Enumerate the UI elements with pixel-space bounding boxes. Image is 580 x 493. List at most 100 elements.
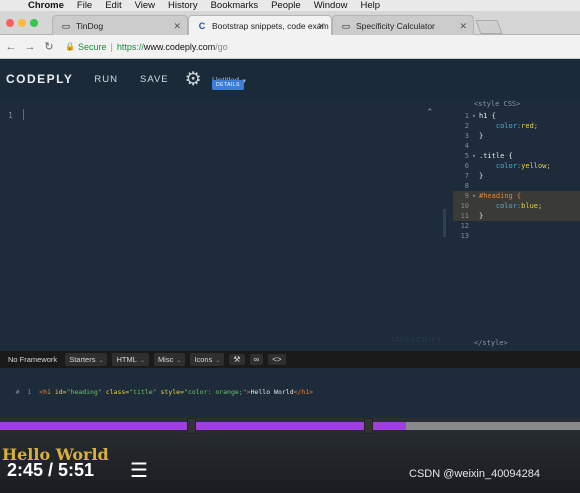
menu-people[interactable]: People (271, 0, 301, 11)
menu-chrome[interactable]: Chrome (28, 0, 64, 11)
watermark: CSDN @weixin_40094284 (409, 468, 541, 480)
menu-file[interactable]: File (77, 0, 92, 11)
maximize-window-icon[interactable] (30, 19, 38, 27)
video-player-controls: Hello World 2:45 / 5:51 ☰ CSDN @weixin_4… (0, 418, 580, 493)
css-line: 2 color:red; (453, 121, 580, 131)
tab-codeply[interactable]: C Bootstrap snippets, code exam ✕ (188, 15, 332, 35)
fold-icon[interactable]: ▾ (469, 191, 479, 201)
close-tab-icon[interactable]: ✕ (173, 21, 181, 32)
infinity-link-icon[interactable]: ∞ (249, 354, 264, 365)
css-close-tag: </style> (474, 339, 508, 347)
menu-edit[interactable]: Edit (105, 0, 121, 11)
css-line-number: 7 (464, 172, 469, 180)
close-window-icon[interactable] (6, 19, 14, 27)
lock-icon: 🔒 (65, 42, 75, 51)
css-line-number: 2 (464, 122, 469, 130)
css-property: color: (495, 122, 522, 130)
html-editor[interactable]: # 1 <h1 id="heading" class="title" style… (0, 368, 580, 418)
codeply-logo[interactable]: CODEPLY (6, 72, 73, 86)
css-line-number: 9 (464, 192, 469, 200)
html-val-style: "color: orange;" (184, 388, 247, 396)
tab-tindog[interactable]: ▭ TinDog ✕ (52, 15, 188, 35)
css-selector: } (479, 172, 484, 180)
css-selector: #heading { (479, 192, 522, 200)
minimize-window-icon[interactable] (18, 19, 26, 27)
css-line-number: 4 (464, 142, 469, 150)
close-tab-icon[interactable]: ✕ (459, 21, 467, 32)
css-line: 1 ▾ h1 { (453, 111, 580, 121)
back-icon[interactable]: ← (3, 41, 19, 53)
codeply-icon: C (198, 20, 206, 31)
css-value: blue; (521, 202, 543, 210)
tab-specificity[interactable]: ▭ Specificity Calculator ✕ (332, 15, 474, 35)
html-attr-id: id= (50, 388, 67, 396)
css-line-number: 13 (460, 232, 469, 240)
gear-icon[interactable]: ⚙ (185, 70, 202, 89)
misc-dropdown[interactable]: Misc ⌄ (153, 353, 186, 366)
starters-dropdown[interactable]: Starters ⌄ (65, 353, 108, 366)
html-space (31, 388, 39, 396)
playlist-edit-icon[interactable]: ☰ (130, 458, 148, 483)
chevron-down-icon: ⌄ (176, 358, 182, 364)
starters-label: Starters (69, 355, 96, 364)
html-text: Hello World (250, 388, 294, 396)
url-separator: | (110, 41, 113, 52)
chapter-marker[interactable] (364, 418, 374, 434)
progress-fill (0, 422, 406, 430)
icons-label: Icons (194, 355, 213, 364)
reload-icon[interactable]: ↻ (41, 40, 57, 53)
fold-icon[interactable]: ▾ (469, 151, 479, 161)
html-attr-style: style= (156, 388, 185, 396)
framework-selector[interactable]: No Framework (8, 355, 57, 364)
css-line-number: 8 (464, 182, 469, 190)
css-line: 5 ▾ .title { (453, 151, 580, 161)
css-indent (479, 202, 496, 210)
css-line: 9 ▾ #heading { (453, 191, 580, 201)
css-open-tag: <style CSS> (474, 100, 521, 108)
html-open-tag: <h1 (39, 388, 51, 396)
save-button[interactable]: SAVE (140, 74, 169, 85)
close-tab-icon[interactable]: ✕ (317, 21, 325, 32)
menu-history[interactable]: History (168, 0, 198, 11)
css-editor[interactable]: <style CSS> 1 ▾ h1 {2 color:red; 3} 4 5 ▾ .titl… (453, 99, 580, 351)
menu-bookmarks[interactable]: Bookmarks (211, 0, 259, 11)
css-selector: h1 { (479, 112, 496, 120)
css-line: 11} (453, 211, 580, 221)
codeply-navbar: CODEPLY RUN SAVE ⚙ Untitled▼ DETAILS (0, 59, 580, 99)
magic-wand-icon[interactable]: ⚒ (229, 354, 245, 365)
run-button[interactable]: RUN (94, 74, 118, 85)
url-field[interactable]: 🔒 Secure | https:// www.codeply.com /go (65, 42, 228, 52)
css-line: 12 (453, 221, 580, 231)
chevron-down-icon: ⌄ (215, 358, 221, 364)
css-line-number: 11 (460, 212, 469, 220)
tab-title: Bootstrap snippets, code exam (212, 20, 329, 31)
icons-dropdown[interactable]: Icons ⌄ (190, 353, 225, 366)
menu-window[interactable]: Window (314, 0, 348, 11)
project-menu[interactable]: Untitled▼ DETAILS (212, 70, 247, 90)
url-scheme: https:// (116, 41, 144, 52)
html-dropdown[interactable]: HTML ⌄ (112, 353, 149, 366)
new-tab-button[interactable] (475, 20, 503, 34)
css-value: yellow; (521, 162, 551, 170)
css-selector: } (479, 212, 484, 220)
css-selector: .title { (479, 152, 513, 160)
css-line: 7} (453, 171, 580, 181)
tab-title: Specificity Calculator (356, 20, 435, 31)
css-indent (479, 162, 496, 170)
code-brackets-icon[interactable]: <> (268, 354, 286, 365)
address-bar: ← → ↻ 🔒 Secure | https:// www.codeply.co… (0, 35, 580, 59)
menu-view[interactable]: View (135, 0, 155, 11)
html-attr-class: class= (101, 388, 130, 396)
menu-help[interactable]: Help (360, 0, 380, 11)
css-indent (479, 122, 496, 130)
collapse-icon[interactable]: ⌃ (426, 107, 434, 118)
details-badge[interactable]: DETAILS (212, 80, 244, 90)
fold-icon[interactable]: ▾ (469, 111, 479, 121)
secure-label: Secure (77, 41, 107, 52)
chapter-marker[interactable] (187, 418, 197, 434)
forward-icon[interactable]: → (22, 41, 38, 53)
tab-title: TinDog (76, 20, 104, 31)
misc-label: Misc (157, 355, 174, 364)
css-line: 10 color:blue; (453, 201, 580, 211)
pane-resize-handle[interactable] (443, 209, 446, 237)
